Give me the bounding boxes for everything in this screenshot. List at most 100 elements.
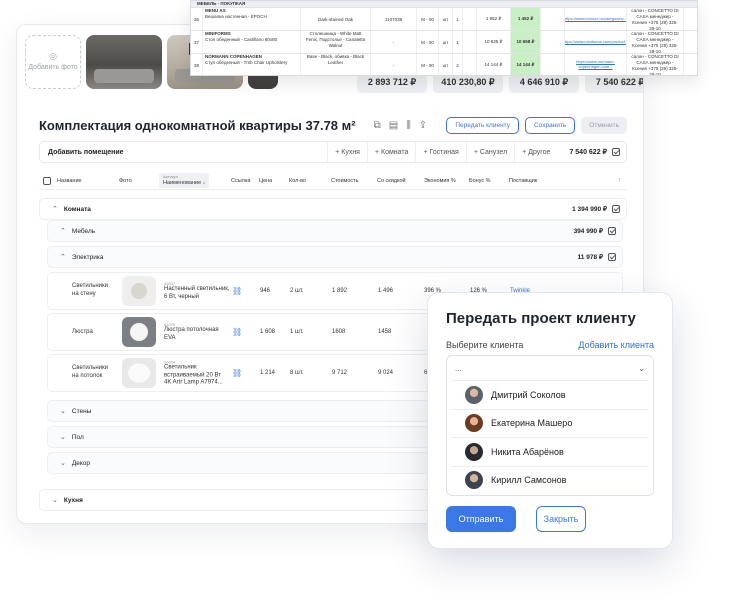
- send-button[interactable]: Отправить: [446, 506, 516, 532]
- sheet-link[interactable]: https://www.miniforms.com/product...: [565, 31, 627, 53]
- camera-icon: ◎: [49, 51, 57, 62]
- col-cost[interactable]: Стоимость: [331, 178, 359, 184]
- col-qty[interactable]: Кол-во: [289, 178, 306, 184]
- check-icon[interactable]: [608, 227, 616, 235]
- add-room-button[interactable]: + Комната: [366, 142, 415, 162]
- sheet-cell: -: [371, 31, 417, 53]
- add-photo-button[interactable]: ◎ Добавить фото: [25, 35, 81, 89]
- item-discount: 9 024: [378, 370, 394, 376]
- check-icon[interactable]: [612, 148, 620, 156]
- group-name: Электрика: [71, 253, 104, 261]
- chevron-down-icon[interactable]: ⌄: [60, 407, 66, 415]
- share-icon[interactable]: ⇪: [419, 120, 427, 131]
- col-supplier[interactable]: Поставщик: [509, 178, 537, 184]
- client-option[interactable]: Дмитрий Соколов: [451, 380, 649, 409]
- link-icon[interactable]: ⛓: [232, 287, 242, 296]
- sheet-cell: 1107039: [371, 8, 417, 30]
- add-room-row: Добавить помещение + Кухня + Комната + Г…: [39, 141, 627, 163]
- send-to-client-button[interactable]: Передать клиенту: [446, 116, 519, 134]
- item-name: Светильники на потолок: [72, 365, 108, 379]
- close-button[interactable]: Закрыть: [536, 506, 586, 532]
- sheet-cell: [463, 31, 477, 53]
- select-all-checkbox[interactable]: [43, 176, 51, 185]
- item-cost: 1608: [332, 329, 346, 335]
- add-living-room-button[interactable]: + Гостиная: [415, 142, 465, 162]
- excel-icon[interactable]: ▤: [389, 120, 398, 131]
- avatar: [465, 385, 483, 404]
- more-icon[interactable]: ⋮: [617, 178, 623, 184]
- copy-icon[interactable]: ⧉: [374, 120, 381, 131]
- item-price: 1 214: [260, 370, 276, 376]
- sheet-cell: 1: [453, 31, 463, 53]
- col-economy[interactable]: Экономия %: [424, 178, 456, 184]
- sheet-cell: шт: [439, 8, 453, 30]
- check-icon[interactable]: [608, 253, 616, 261]
- chevron-up-icon[interactable]: ⌃: [52, 205, 58, 213]
- col-name[interactable]: Название: [57, 178, 82, 184]
- col-title-sorted[interactable]: Артикул Наименование ↓: [159, 173, 210, 188]
- col-link[interactable]: Ссылка: [231, 178, 250, 184]
- client-option[interactable]: Никита Абарёнов: [451, 437, 649, 466]
- item-name: Люстра: [72, 329, 93, 335]
- sheet-cell: [541, 8, 565, 30]
- client-select-field[interactable]: ... ⌄: [447, 356, 653, 380]
- client-name: Екатерина Машеро: [491, 418, 573, 429]
- cancel-button[interactable]: Отменить: [581, 116, 627, 134]
- chevron-down-icon[interactable]: ⌄: [60, 433, 66, 441]
- client-option[interactable]: Кирилл Самсонов: [451, 465, 649, 495]
- link-icon[interactable]: ⛓: [232, 369, 242, 378]
- grand-total: 7 540 622 ₽: [557, 148, 626, 156]
- item-qty[interactable]: 1 шт.: [290, 329, 304, 335]
- chevron-down-icon[interactable]: ⌄: [52, 496, 58, 504]
- sheet-cell: [463, 8, 477, 30]
- item-discount: 1 496: [378, 288, 394, 294]
- sheet-cell: салон - CONCETTO DI CASA менеджер - Ксен…: [627, 54, 684, 75]
- check-icon[interactable]: [612, 205, 620, 213]
- item-photo: [122, 317, 156, 347]
- sheet-row: 36 MENU AS Вешалка настенная - EPOCH Dark…: [191, 7, 697, 30]
- save-button[interactable]: Сохранить: [524, 116, 576, 134]
- col-price[interactable]: Цена: [259, 178, 272, 184]
- add-bathroom-button[interactable]: + Санузел: [465, 142, 514, 162]
- col-title: Наименование: [163, 179, 202, 186]
- sheet-link[interactable]: https://www.normann-copenhagen.com...: [565, 54, 627, 75]
- item-qty[interactable]: 2 шт.: [290, 288, 304, 294]
- send-project-modal: Передать проект клиенту Выберите клиента…: [427, 292, 673, 549]
- link-icon[interactable]: ⛓: [232, 328, 242, 337]
- col-photo[interactable]: Фото: [119, 178, 132, 184]
- item-title: Настенный светильник, 6 Вт, черный: [164, 286, 230, 300]
- group-furniture[interactable]: ⌃ Мебель 394 990 ₽: [47, 220, 623, 242]
- add-client-link[interactable]: Добавить клиента: [578, 340, 654, 350]
- group-electric[interactable]: ⌃ Электрика 11 978 ₽: [47, 246, 623, 268]
- sheet-cell: 14 144 ₽: [477, 54, 511, 75]
- sheet-cell: -: [371, 54, 417, 75]
- sheet-cell: NORMANN COPENHAGEN Стул обеденный - Tmb C…: [203, 54, 301, 75]
- chevron-up-icon[interactable]: ⌃: [60, 227, 66, 235]
- col-bonus[interactable]: Бонус %: [469, 178, 491, 184]
- col-discount[interactable]: Со скидкой: [377, 178, 406, 184]
- add-kitchen-button[interactable]: + Кухня: [327, 142, 367, 162]
- item-photo: [122, 358, 156, 388]
- sheet-cell: M - 00: [417, 31, 439, 53]
- room-photo[interactable]: [86, 35, 162, 89]
- columns-icon[interactable]: ⫼: [406, 120, 411, 131]
- client-name: Никита Абарёнов: [491, 446, 564, 457]
- item-description: 36654 Светильник встраиваемый 20 Вт 4K A…: [164, 359, 230, 387]
- group-sum: 394 990 ₽: [573, 228, 603, 235]
- group-sum: 11 978 ₽: [577, 254, 603, 261]
- sheet-cell: 14 144 ₽: [511, 54, 541, 75]
- sheet-cell: 1 952 ₽: [477, 8, 511, 30]
- chevron-down-icon[interactable]: ⌄: [638, 364, 645, 373]
- chevron-down-icon[interactable]: ⌄: [60, 459, 66, 467]
- group-sum: 1 394 990 ₽: [572, 206, 607, 213]
- client-dropdown[interactable]: ... ⌄ Дмитрий Соколов Екатерина Машеро Н…: [446, 355, 654, 496]
- client-select-label: Выберите клиента: [446, 340, 524, 350]
- group-room[interactable]: ⌃ Комната 1 394 990 ₽: [39, 198, 627, 220]
- sheet-cell: Dark-stained Oak: [301, 8, 371, 30]
- item-description: 42837 Настенный светильник, 6 Вт, черный: [164, 281, 230, 301]
- item-qty[interactable]: 8 шт.: [290, 370, 304, 376]
- client-option[interactable]: Екатерина Машеро: [451, 408, 649, 438]
- chevron-up-icon[interactable]: ⌃: [60, 253, 66, 261]
- add-other-button[interactable]: + Другое: [514, 142, 557, 162]
- sheet-link[interactable]: https://www.connox.ru/categories/...: [565, 8, 627, 30]
